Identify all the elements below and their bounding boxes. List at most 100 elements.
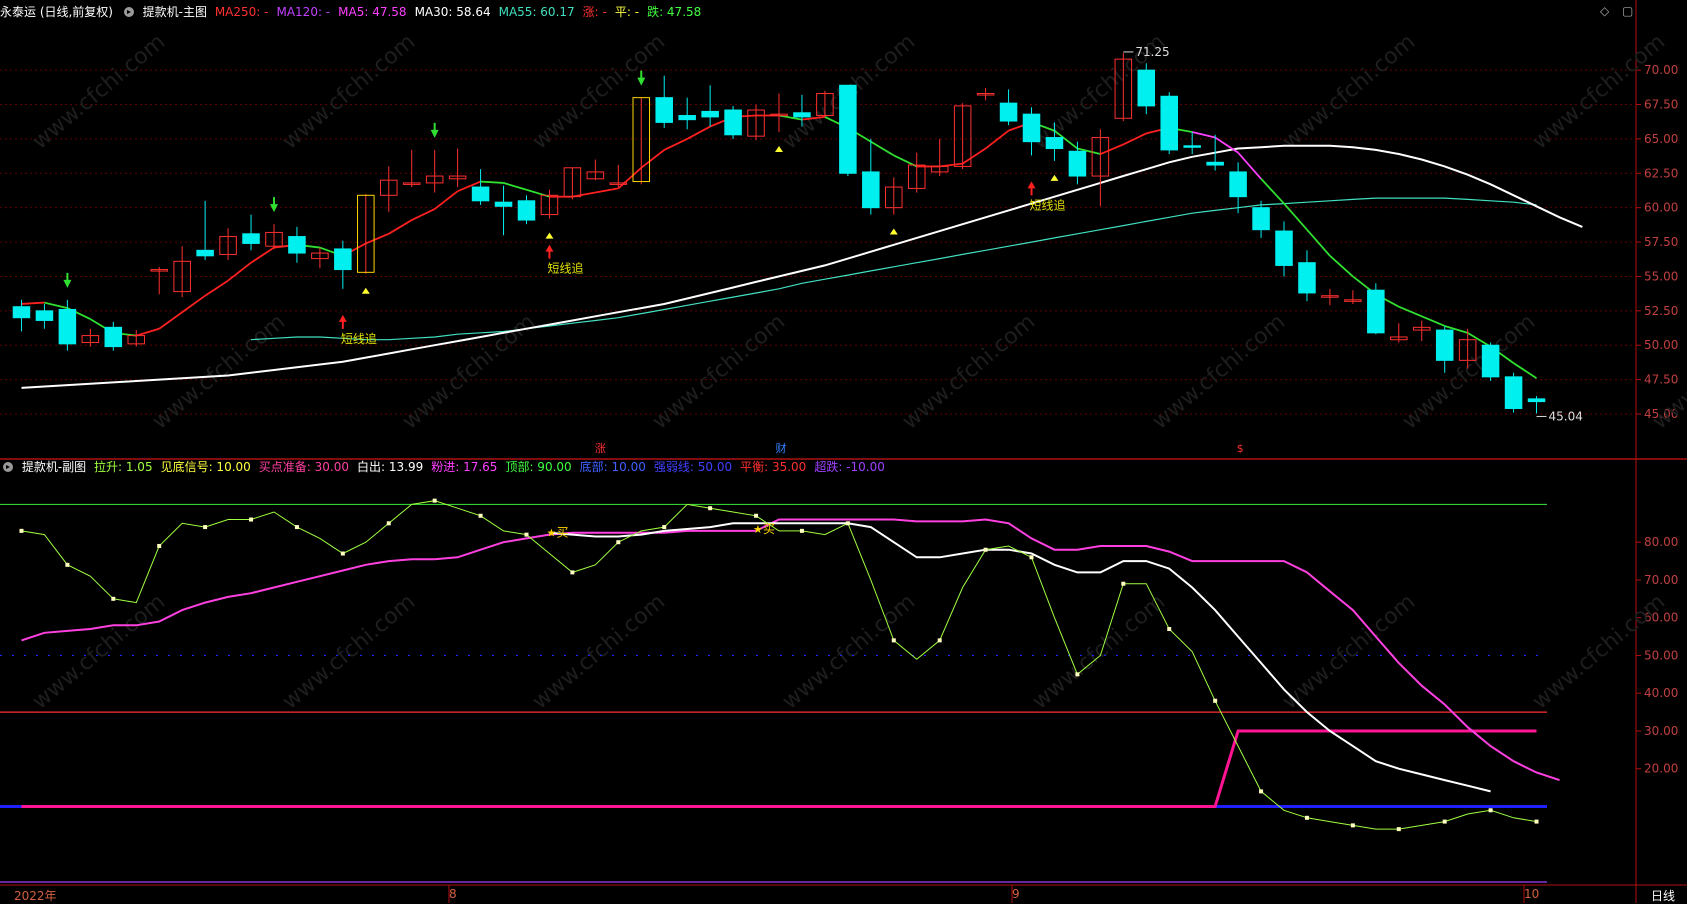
rise-dot bbox=[65, 562, 70, 567]
rise-dot bbox=[1121, 581, 1126, 586]
rise-dot bbox=[478, 513, 483, 518]
watermark-text: www.cfchi.com bbox=[1148, 309, 1290, 434]
watermark-text: www.cfchi.com bbox=[1398, 309, 1540, 434]
candle-body bbox=[242, 233, 260, 244]
sub-value-3: 白出: 13.99 bbox=[357, 460, 424, 474]
main-value-6: 平: - bbox=[614, 5, 640, 19]
ma5-segment bbox=[480, 180, 504, 184]
ma5-segment bbox=[388, 219, 413, 235]
rise-dot bbox=[1029, 555, 1034, 560]
stock-title: 永泰运 (日线,前复权) bbox=[0, 5, 113, 19]
candle-body bbox=[196, 249, 214, 257]
ma5-segment bbox=[1191, 131, 1216, 139]
axis-month-8: 8 bbox=[449, 887, 457, 901]
buy-prep-line bbox=[21, 729, 1537, 808]
ma5-segment bbox=[250, 246, 275, 264]
candle-body bbox=[58, 308, 77, 345]
watermark-text: www.cfchi.com bbox=[278, 29, 420, 154]
watermark-text: www.cfchi.com bbox=[148, 309, 290, 434]
candle-body bbox=[1504, 376, 1523, 409]
sub-y-tick-label: 80.00 bbox=[1644, 535, 1678, 549]
main-y-tick-label: 62.50 bbox=[1644, 166, 1678, 180]
rise-dot bbox=[983, 547, 988, 552]
sub-value-2: 买点准备: 30.00 bbox=[258, 460, 350, 474]
ma5-segment bbox=[962, 147, 987, 165]
sub-value-5: 顶部: 90.00 bbox=[505, 460, 572, 474]
buy-star-icon: ★ bbox=[546, 527, 556, 540]
candle-body bbox=[655, 97, 673, 123]
period-tab-daily[interactable]: 日线 bbox=[1651, 887, 1675, 904]
rise-dot bbox=[891, 638, 896, 643]
main-value-3: MA30: 58.64 bbox=[414, 5, 491, 19]
ma5-segment bbox=[1513, 362, 1538, 379]
pin-icon[interactable]: ◇ bbox=[1600, 4, 1609, 18]
main-y-tick-label: 50.00 bbox=[1644, 338, 1678, 352]
chase-signal-label: 短线追 bbox=[547, 261, 583, 276]
ma5-segment bbox=[135, 327, 160, 337]
watermark-text: www.cfchi.com bbox=[1028, 589, 1170, 714]
ma5-segment bbox=[204, 279, 229, 297]
sub-value-9: 超跌: -10.00 bbox=[814, 460, 885, 474]
rise-dot bbox=[1488, 808, 1493, 813]
watermark-text: www.cfchi.com bbox=[528, 589, 670, 714]
ma5-segment bbox=[640, 149, 665, 169]
ma5-segment bbox=[663, 138, 688, 151]
low-price-label: 45.04 bbox=[1549, 409, 1583, 423]
rise-dot bbox=[340, 551, 345, 556]
rise-dot bbox=[203, 525, 208, 530]
rise-line bbox=[21, 500, 1537, 830]
watermark-text: www.cfchi.com bbox=[778, 589, 920, 714]
candle-body bbox=[1252, 207, 1270, 231]
ma5-segment bbox=[1398, 305, 1423, 318]
candle-body bbox=[1137, 69, 1156, 107]
candle-body bbox=[1298, 262, 1316, 294]
ma5-segment bbox=[503, 182, 527, 191]
rise-dot bbox=[1350, 823, 1355, 828]
ma5-segment bbox=[1100, 143, 1124, 155]
event-marker-zhang: 涨 bbox=[595, 442, 606, 455]
main-y-tick-label: 60.00 bbox=[1644, 201, 1678, 215]
rise-dot bbox=[1534, 819, 1539, 824]
sub-value-0: 拉升: 1.05 bbox=[94, 460, 153, 474]
sub-y-tick-label: 70.00 bbox=[1644, 573, 1678, 587]
main-y-tick-label: 55.00 bbox=[1644, 269, 1678, 283]
candle-body bbox=[104, 326, 123, 348]
axis-year-label: 2022年 bbox=[14, 889, 57, 903]
sub-indicator-menu-icon[interactable] bbox=[3, 462, 13, 472]
candle-body bbox=[1229, 171, 1247, 198]
ma5-segment bbox=[1306, 229, 1331, 257]
rise-dot bbox=[1213, 698, 1218, 703]
buy-arrow-icon bbox=[1027, 181, 1036, 196]
main-y-tick-label: 67.50 bbox=[1644, 98, 1678, 112]
rise-dot bbox=[524, 532, 529, 537]
sell-arrow-icon bbox=[269, 197, 278, 213]
sub-y-tick-label: 30.00 bbox=[1644, 724, 1678, 738]
sub-y-tick-label: 50.00 bbox=[1644, 648, 1678, 662]
ma5-segment bbox=[686, 125, 711, 140]
buy-signal-label: 买 bbox=[763, 522, 775, 536]
main-value-5: 涨: - bbox=[582, 5, 607, 19]
sub-value-4: 粉进: 17.65 bbox=[431, 460, 498, 474]
restore-icon[interactable]: ▢ bbox=[1622, 4, 1633, 18]
rise-dot bbox=[157, 543, 162, 548]
rise-dot bbox=[799, 528, 804, 533]
watermark-text: www.cfchi.com bbox=[28, 589, 170, 714]
candle-body bbox=[793, 112, 811, 118]
chase-signal-label: 短线追 bbox=[341, 331, 377, 346]
sub-value-6: 底部: 10.00 bbox=[579, 460, 646, 474]
ma5-segment bbox=[434, 190, 459, 210]
ma5-segment bbox=[411, 208, 436, 221]
sub-indicator-name[interactable]: 提款机-副图 bbox=[22, 460, 86, 474]
watermark-text: www.cfchi.com bbox=[278, 589, 420, 714]
rise-dot bbox=[1396, 827, 1401, 832]
main-y-tick-label: 57.50 bbox=[1644, 235, 1678, 249]
ma5-segment bbox=[1421, 315, 1446, 327]
triangle-signal-icon bbox=[361, 287, 370, 294]
ma5-segment bbox=[21, 301, 45, 305]
indicator-menu-icon[interactable] bbox=[123, 7, 134, 17]
watermark-text: www.cfchi.com bbox=[648, 309, 790, 434]
main-indicator-name[interactable]: 提款机-主图 bbox=[143, 5, 207, 19]
watermark-text: www.cfchi.com bbox=[1278, 589, 1420, 714]
rise-dot bbox=[19, 528, 24, 533]
stock-chart[interactable]: 70.00 67.50 65.00 62.50 60.00 57.50 55.00 52.50… bbox=[0, 0, 1687, 903]
